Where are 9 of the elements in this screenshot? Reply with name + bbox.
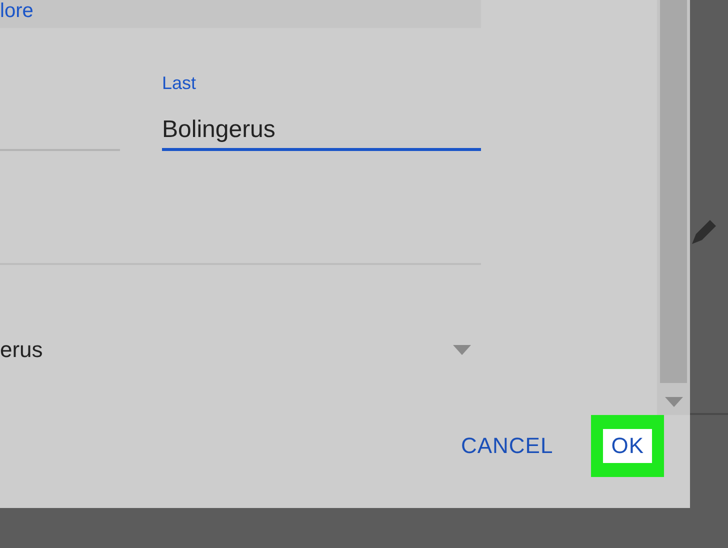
scroll-down-icon[interactable] [664, 397, 682, 407]
field-label: Last [162, 72, 198, 94]
last-name-field[interactable]: Bolingerus [162, 106, 481, 151]
dropdown-arrow-icon [453, 345, 471, 355]
scrollbar[interactable] [657, 0, 690, 415]
ok-button[interactable]: OK [603, 429, 652, 463]
dropdown[interactable]: erus [0, 337, 481, 363]
cancel-button[interactable]: CANCEL [452, 429, 562, 463]
more-link[interactable]: lore [0, 0, 34, 22]
